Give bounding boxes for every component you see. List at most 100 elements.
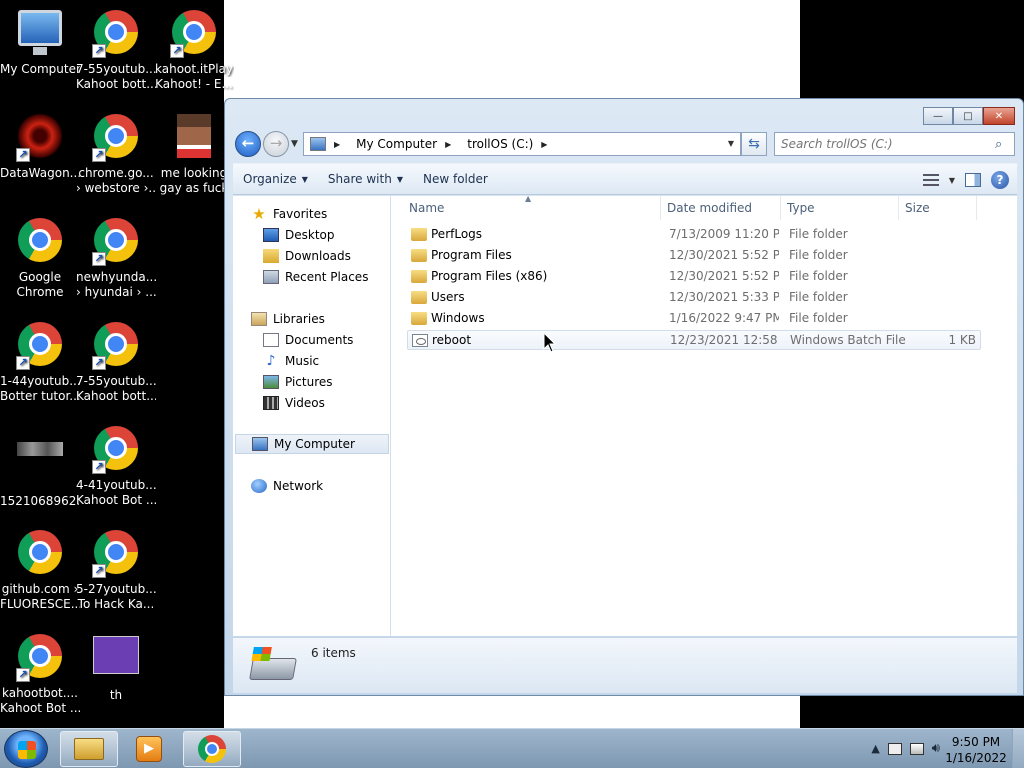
nav-network[interactable]: Network bbox=[251, 476, 391, 496]
icon-label: newhyunda... bbox=[76, 270, 156, 284]
forward-button[interactable]: → bbox=[263, 131, 289, 157]
column-header-date-modified[interactable]: Date modified bbox=[661, 196, 781, 220]
address-bar[interactable]: ▶ My Computer ▶ trollOS (C:) ▶ ▼ bbox=[303, 132, 741, 156]
share-with-button[interactable]: Share with ▼ bbox=[318, 167, 413, 191]
drive-icon bbox=[249, 658, 297, 680]
nav-documents[interactable]: Documents bbox=[263, 330, 391, 350]
nav-desktop[interactable]: Desktop bbox=[263, 225, 391, 245]
maximize-button[interactable]: □ bbox=[953, 107, 983, 125]
file-type: File folder bbox=[789, 269, 848, 283]
taskbar-media-player[interactable]: ▶ bbox=[120, 731, 178, 767]
change-view-icon[interactable] bbox=[922, 174, 939, 186]
nav-libraries[interactable]: Libraries bbox=[251, 309, 391, 329]
help-icon[interactable]: ? bbox=[991, 171, 1009, 189]
nav-videos[interactable]: Videos bbox=[263, 393, 391, 413]
icon-label: kahootbot.... bbox=[1, 686, 78, 700]
file-row[interactable]: Program Files (x86) 12/30/2021 5:52 PM F… bbox=[407, 267, 981, 287]
close-button[interactable]: ✕ bbox=[983, 107, 1015, 125]
icon-label: 1-44youtub... bbox=[0, 374, 80, 388]
start-button[interactable] bbox=[4, 730, 48, 768]
breadcrumb-my-computer[interactable]: My Computer bbox=[356, 137, 437, 151]
shortcut-arrow-icon: ↗ bbox=[92, 460, 106, 474]
desktop-icon-th[interactable]: th bbox=[76, 632, 156, 703]
shortcut-arrow-icon: ↗ bbox=[92, 44, 106, 58]
organize-button[interactable]: Organize ▼ bbox=[233, 167, 318, 191]
nav-music[interactable]: ♪ Music bbox=[263, 351, 391, 371]
desktop-icon-datawagon[interactable]: ↗ DataWagon... bbox=[0, 112, 80, 181]
new-folder-button[interactable]: New folder bbox=[413, 167, 498, 191]
column-header-size[interactable]: Size bbox=[899, 196, 977, 220]
explorer-window[interactable]: — □ ✕ ← → ▼ ▶ My Computer ▶ trollOS (C:)… bbox=[224, 98, 1024, 696]
desktop-icon-youtube-kahoot-bot[interactable]: ↗ 4-41youtub... Kahoot Bot ... bbox=[76, 424, 156, 508]
nav-my-computer[interactable]: My Computer bbox=[235, 434, 389, 454]
volume-icon[interactable]: 🔊︎ bbox=[932, 741, 940, 756]
desktop-icon-kahootbot[interactable]: ↗ kahootbot.... Kahoot Bot ... bbox=[0, 632, 80, 716]
action-center-icon[interactable] bbox=[887, 742, 902, 755]
breadcrumb-separator[interactable]: ▶ bbox=[445, 140, 459, 149]
icon-label: github.com › bbox=[1, 582, 79, 596]
back-button[interactable]: ← bbox=[235, 131, 261, 157]
search-box[interactable]: ⌕ bbox=[774, 132, 1015, 156]
icon-label: gay as fuck bbox=[159, 181, 229, 195]
clock[interactable]: 9:50 PM 1/16/2022 bbox=[944, 734, 1008, 766]
search-icon[interactable]: ⌕ bbox=[995, 137, 1002, 152]
clock-date: 1/16/2022 bbox=[945, 751, 1007, 765]
file-row[interactable]: reboot 12/23/2021 12:58 ... Windows Batc… bbox=[407, 330, 981, 350]
desktop-icon-kahoot-itplay[interactable]: ↗ kahoot.itPlay Kahoot! - E... bbox=[154, 8, 234, 92]
preview-pane-icon[interactable] bbox=[965, 173, 981, 187]
desktop-icon-youtube-kahoot-2[interactable]: ↗ 7-55youtub... Kahoot bott... bbox=[76, 320, 156, 404]
show-hidden-icons-button[interactable]: ▲ bbox=[871, 742, 879, 755]
nav-recent-places[interactable]: Recent Places bbox=[263, 267, 391, 287]
desktop-icon-my-computer[interactable]: My Computer bbox=[0, 8, 80, 77]
folder-icon bbox=[411, 270, 427, 283]
search-input[interactable] bbox=[781, 137, 991, 151]
network-icon[interactable] bbox=[909, 742, 924, 755]
taskbar-explorer[interactable] bbox=[60, 731, 118, 767]
nav-pictures[interactable]: Pictures bbox=[263, 372, 391, 392]
desktop-icon-google-chrome[interactable]: Google Chrome bbox=[0, 216, 80, 300]
column-header-name[interactable]: Name ▲ bbox=[403, 194, 661, 220]
item-count: 6 items bbox=[311, 646, 356, 660]
file-row[interactable]: Program Files 12/30/2021 5:52 PM File fo… bbox=[407, 246, 981, 266]
desktop-icon-chrome-webstore[interactable]: ↗ chrome.go... › webstore ›... bbox=[76, 112, 156, 196]
icon-label: My Computer bbox=[0, 62, 80, 76]
refresh-button[interactable]: ⇆ bbox=[741, 132, 767, 156]
shortcut-arrow-icon: ↗ bbox=[92, 564, 106, 578]
breadcrumb-drive[interactable]: trollOS (C:) bbox=[467, 137, 533, 151]
icon-label: DataWagon... bbox=[0, 166, 80, 180]
file-name: PerfLogs bbox=[431, 227, 483, 241]
minimize-button[interactable]: — bbox=[923, 107, 953, 125]
desktop-icon-image-1521[interactable]: 1521068962... bbox=[0, 424, 80, 509]
music-icon: ♪ bbox=[266, 353, 276, 369]
sort-arrow-icon: ▲ bbox=[525, 194, 532, 203]
file-row[interactable]: Windows 1/16/2022 9:47 PM File folder bbox=[407, 309, 981, 329]
desktop-icon-newhyundai[interactable]: ↗ newhyunda... › hyundai › ... bbox=[76, 216, 156, 300]
icon-label: th bbox=[109, 688, 123, 702]
file-row[interactable]: Users 12/30/2021 5:33 PM File folder bbox=[407, 288, 981, 308]
desktop-icon-me-looking[interactable]: me looking gay as fuck bbox=[154, 112, 234, 196]
breadcrumb-separator[interactable]: ▶ bbox=[541, 140, 555, 149]
desktop-icon-youtube-botter[interactable]: ↗ 1-44youtub... Botter tutor... bbox=[0, 320, 80, 404]
shortcut-arrow-icon: ↗ bbox=[170, 44, 184, 58]
icon-label: Botter tutor... bbox=[0, 389, 80, 403]
address-dropdown-icon[interactable]: ▼ bbox=[728, 139, 734, 148]
photo-thumbnail-icon bbox=[177, 114, 211, 158]
mouse-cursor-icon bbox=[543, 332, 557, 353]
nav-favorites[interactable]: ★ Favorites bbox=[251, 204, 391, 224]
recent-pages-dropdown[interactable]: ▼ bbox=[291, 139, 298, 149]
desktop-icon-youtube-hack[interactable]: ↗ 5-27youtub... To Hack Ka... bbox=[76, 528, 156, 612]
icon-label: Kahoot! - E... bbox=[155, 77, 233, 91]
image-thumbnail-icon bbox=[17, 442, 63, 456]
file-name: Program Files bbox=[431, 248, 512, 262]
taskbar-chrome[interactable] bbox=[183, 731, 241, 767]
nav-downloads[interactable]: Downloads bbox=[263, 246, 391, 266]
desktop-icon-github[interactable]: github.com › FLUORESCE... bbox=[0, 528, 80, 612]
column-header-type[interactable]: Type bbox=[781, 196, 899, 220]
views-dropdown-icon[interactable]: ▼ bbox=[949, 176, 955, 185]
breadcrumb-separator[interactable]: ▶ bbox=[334, 140, 348, 149]
desktop-icon-youtube-kahoot-1[interactable]: ↗ 7-55youtub... Kahoot bott... bbox=[76, 8, 156, 92]
show-desktop-button[interactable] bbox=[1012, 729, 1024, 768]
taskbar: ▶ ▲ 🔊︎ 9:50 PM 1/16/2022 bbox=[0, 728, 1024, 768]
file-date: 7/13/2009 11:20 PM bbox=[669, 227, 779, 241]
file-row[interactable]: PerfLogs 7/13/2009 11:20 PM File folder bbox=[407, 225, 981, 245]
